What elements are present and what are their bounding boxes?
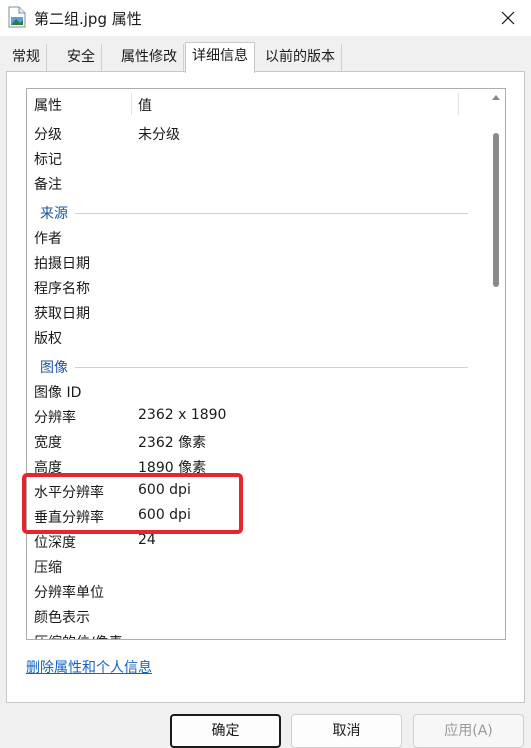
- property-row[interactable]: 分辨率 2362 x 1890: [27, 404, 487, 429]
- property-value: 未分级: [138, 127, 180, 143]
- title-bar: 第二组.jpg 属性: [0, 0, 531, 36]
- property-name: 分辨率单位: [34, 585, 104, 601]
- tab-details[interactable]: 详细信息: [185, 42, 255, 73]
- property-row[interactable]: 作者: [27, 225, 487, 250]
- property-name: 图像 ID: [34, 385, 82, 401]
- property-row[interactable]: 高度 1890 像素: [27, 454, 487, 479]
- property-row[interactable]: 垂直分辨率 600 dpi: [27, 504, 487, 529]
- property-name: 标记: [34, 152, 62, 168]
- column-header-property[interactable]: 属性: [34, 95, 62, 115]
- column-header-value[interactable]: 值: [138, 95, 152, 115]
- scroll-up-arrow-icon[interactable]: [492, 95, 500, 100]
- cancel-button[interactable]: 取消: [291, 714, 402, 748]
- property-row[interactable]: 位深度 24: [27, 529, 487, 554]
- apply-button[interactable]: 应用(A): [413, 714, 524, 748]
- property-name: 位深度: [34, 535, 76, 551]
- property-value: 2362 像素: [138, 435, 207, 451]
- property-row[interactable]: 获取日期: [27, 300, 487, 325]
- image-file-icon: [8, 6, 26, 28]
- property-row[interactable]: 版权: [27, 325, 487, 350]
- group-divider: [75, 367, 468, 368]
- tab-strip: 常规 安全 属性修改 详细信息 以前的版本: [0, 42, 531, 73]
- property-row[interactable]: 颜色表示: [27, 604, 487, 629]
- window-title: 第二组.jpg 属性: [34, 10, 142, 28]
- list-header: 属性 值: [27, 89, 487, 119]
- property-row[interactable]: 备注: [27, 171, 487, 196]
- property-value: 600 dpi: [138, 507, 191, 523]
- property-row[interactable]: 图像 ID: [27, 379, 487, 404]
- property-name: 拍摄日期: [34, 256, 90, 272]
- property-value: 2362 x 1890: [138, 407, 227, 423]
- property-name: 获取日期: [34, 306, 90, 322]
- close-icon: [501, 11, 515, 25]
- property-group-name: 图像: [40, 360, 68, 376]
- property-name: 颜色表示: [34, 610, 90, 626]
- property-row[interactable]: 标记: [27, 146, 487, 171]
- property-row[interactable]: 压缩的位/像素: [27, 629, 487, 639]
- property-name: 宽度: [34, 435, 62, 451]
- group-divider: [75, 213, 468, 214]
- property-row[interactable]: 拍摄日期: [27, 250, 487, 275]
- tab-previous-versions[interactable]: 以前的版本: [259, 44, 342, 72]
- property-list[interactable]: 属性 值 分级 未分级 标记 备注 来源 作者 拍摄日期 程序名称 获取日期 版权 图像 图像 ID 分…: [26, 88, 506, 640]
- property-name: 压缩的位/像素: [34, 632, 123, 639]
- property-row[interactable]: 宽度 2362 像素: [27, 429, 487, 454]
- property-value: 24: [138, 532, 156, 548]
- property-row[interactable]: 压缩: [27, 554, 487, 579]
- property-value: 600 dpi: [138, 482, 191, 498]
- property-group[interactable]: 图像: [27, 350, 487, 379]
- property-group[interactable]: 来源: [27, 196, 487, 225]
- property-name: 备注: [34, 177, 62, 193]
- tab-general[interactable]: 常规: [6, 44, 47, 72]
- property-rows: 分级 未分级标记备注来源作者拍摄日期程序名称获取日期版权图像图像 ID 分辨率 236…: [27, 121, 487, 639]
- property-value: 1890 像素: [138, 460, 207, 476]
- property-group-name: 来源: [40, 206, 68, 222]
- close-button[interactable]: [485, 0, 531, 36]
- details-panel: 属性 值 分级 未分级 标记 备注 来源 作者 拍摄日期 程序名称 获取日期 版权 图像 图像 ID 分…: [6, 71, 525, 703]
- property-row[interactable]: 水平分辨率 600 dpi: [27, 479, 487, 504]
- property-row[interactable]: 程序名称: [27, 275, 487, 300]
- property-row[interactable]: 分辨率单位: [27, 579, 487, 604]
- property-name: 水平分辨率: [34, 485, 104, 501]
- vertical-scrollbar[interactable]: [487, 89, 505, 639]
- property-name: 版权: [34, 331, 62, 347]
- ok-button[interactable]: 确定: [170, 714, 281, 748]
- property-name: 程序名称: [34, 281, 90, 297]
- property-name: 压缩: [34, 560, 62, 576]
- property-row[interactable]: 分级 未分级: [27, 121, 487, 146]
- property-name: 垂直分辨率: [34, 510, 104, 526]
- column-separator[interactable]: [131, 93, 132, 115]
- delete-properties-link[interactable]: 删除属性和个人信息: [26, 657, 152, 677]
- property-name: 高度: [34, 460, 62, 476]
- column-separator[interactable]: [458, 93, 459, 115]
- property-name: 作者: [34, 231, 62, 247]
- property-name: 分辨率: [34, 410, 76, 426]
- property-name: 分级: [34, 127, 62, 143]
- scroll-thumb[interactable]: [493, 133, 499, 287]
- tab-security[interactable]: 安全: [61, 44, 102, 72]
- tab-property-edit[interactable]: 属性修改: [115, 44, 184, 72]
